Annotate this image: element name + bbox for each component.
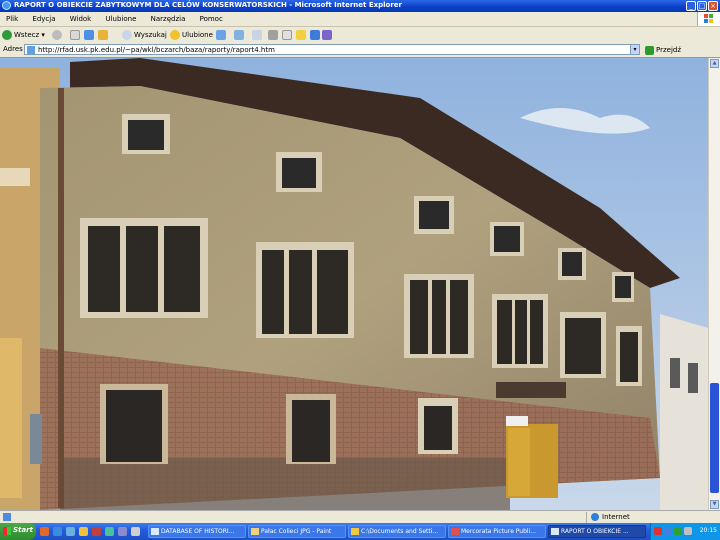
favorites-button[interactable]: Ulubione [170,29,213,41]
status-bar: Internet [0,510,720,524]
address-dropdown-icon[interactable]: ▾ [630,44,640,55]
quicklaunch-desktop-icon[interactable] [66,527,75,536]
ie-window-icon [551,528,559,535]
print-icon[interactable] [268,30,278,40]
clock: 20:15 [699,527,717,534]
refresh-icon[interactable] [84,30,94,40]
research-icon[interactable] [322,30,332,40]
quicklaunch-messenger-icon[interactable] [105,527,114,536]
task-label: C:\Documents and Setti... [361,528,439,535]
ie-window-icon [151,528,159,535]
windows-logo-icon [697,12,720,26]
windows-flag-icon [3,527,11,535]
menu-favorites[interactable]: Ulubione [99,12,142,26]
taskbar-item-raport[interactable]: RAPORT O OBIEKCIE ... [548,525,646,538]
quicklaunch-media-icon[interactable] [92,527,101,536]
back-label: Wstecz [14,31,40,39]
taskbar-item-paint[interactable]: Pałac Colieci JPG - Paint [248,525,346,538]
scroll-thumb[interactable] [710,383,719,493]
edit-icon[interactable] [282,30,292,40]
vertical-scrollbar[interactable]: ▲ ▼ [708,58,720,510]
page-icon [27,46,35,54]
minimize-button[interactable]: _ [686,1,696,11]
quicklaunch-folder-icon[interactable] [79,527,88,536]
menu-help[interactable]: Pomoc [194,12,229,26]
back-arrow-icon [2,30,12,40]
discuss-icon[interactable] [296,30,306,40]
stop-icon[interactable] [70,30,80,40]
home-icon[interactable] [98,30,108,40]
building-photo [0,58,708,510]
media-icon[interactable] [216,30,226,40]
messenger-tray-icon[interactable] [674,527,682,535]
address-bar: Adres http://rfad.usk.pk.edu.pl/~pa/wkl/… [0,43,720,58]
scroll-up-icon[interactable]: ▲ [710,59,719,68]
paint-icon [251,528,259,535]
go-button[interactable]: Przejdź [645,44,681,56]
messenger-icon[interactable] [310,30,320,40]
window-title: RAPORT O OBIEKCIE ZABYTKOWYM DLA CELÓW K… [14,1,402,9]
go-label: Przejdź [656,46,682,54]
quicklaunch-ie-icon[interactable] [53,527,62,536]
antivirus-icon[interactable] [654,527,662,535]
folder-icon [351,528,359,535]
search-label: Wyszukaj [134,31,167,39]
volume-icon[interactable] [684,527,692,535]
maximize-button[interactable]: □ [697,1,707,11]
forward-icon[interactable] [52,30,62,40]
quicklaunch-app-icon[interactable] [40,527,49,536]
menu-edit[interactable]: Edycja [26,12,61,26]
search-icon [122,30,132,40]
favorites-label: Ulubione [182,31,213,39]
internet-explorer-icon [2,1,11,10]
taskbar-item-picture-publisher[interactable]: Mercorata Picture Publi... [448,525,546,538]
quicklaunch-tool-icon[interactable] [118,527,127,536]
history-icon[interactable] [234,30,244,40]
task-label: Pałac Colieci JPG - Paint [261,528,332,535]
page-done-icon [3,513,11,521]
security-zone: Internet [586,512,630,523]
search-button[interactable]: Wyszukaj [122,29,167,41]
address-input[interactable]: http://rfad.usk.pk.edu.pl/~pa/wkl/bczarc… [24,44,640,55]
picture-publisher-icon [451,528,459,535]
taskbar-item-database[interactable]: DATABASE OF HISTORI... [148,525,246,538]
window-titlebar[interactable]: RAPORT O OBIEKCIE ZABYTKOWYM DLA CELÓW K… [0,0,720,12]
menu-view[interactable]: Widok [64,12,98,26]
taskbar-item-folder[interactable]: C:\Documents and Setti... [348,525,446,538]
start-label: Start [13,526,33,534]
go-arrow-icon [645,45,654,55]
favorites-star-icon [170,30,180,40]
task-label: DATABASE OF HISTORI... [161,528,235,535]
page-content [0,58,708,510]
network-icon[interactable] [664,527,672,535]
zone-label: Internet [602,513,630,521]
quicklaunch-explorer-icon[interactable] [131,527,140,536]
menu-tools[interactable]: Narzędzia [145,12,192,26]
back-button[interactable]: Wstecz ▾ [2,29,45,41]
system-tray: 20:15 [650,523,720,540]
internet-globe-icon [591,513,599,521]
scroll-down-icon[interactable]: ▼ [710,500,719,509]
task-label: RAPORT O OBIEKCIE ... [561,528,629,535]
standard-toolbar: Wstecz ▾ Wyszukaj Ulubione [0,27,720,44]
close-button[interactable]: × [708,1,718,11]
menu-file[interactable]: Plik [0,12,24,26]
mail-icon[interactable] [252,30,262,40]
task-label: Mercorata Picture Publi... [461,528,536,535]
address-url: http://rfad.usk.pk.edu.pl/~pa/wkl/bczarc… [38,46,275,54]
taskbar: Start DATABASE OF HISTORI... Pałac Colie… [0,523,720,540]
menu-bar: Plik Edycja Widok Ulubione Narzędzia Pom… [0,12,720,27]
address-label: Adres [3,45,23,53]
start-button[interactable]: Start [0,523,36,540]
